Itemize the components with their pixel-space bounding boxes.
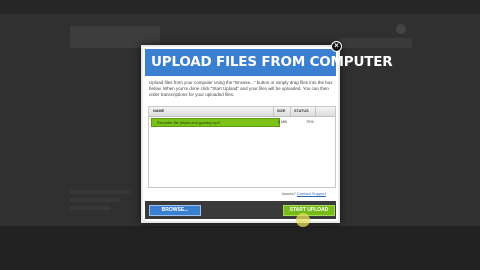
table-row[interactable]: Recorder file (Maria and guests).mp3 6 M… xyxy=(149,117,335,128)
background-topbar xyxy=(0,0,480,14)
background-text-line xyxy=(70,206,110,210)
dialog-description: Upload files from your computer using th… xyxy=(149,80,333,98)
background-text-line xyxy=(70,198,120,202)
column-name: NAME xyxy=(153,109,165,113)
contact-support-link[interactable]: Contact Support xyxy=(297,191,326,196)
close-icon[interactable]: × xyxy=(331,41,342,52)
file-name: Recorder file (Maria and guests).mp3 xyxy=(157,120,220,125)
background-footer xyxy=(0,226,480,270)
column-divider xyxy=(315,107,316,116)
cursor-highlight xyxy=(296,213,310,227)
background-panel-right xyxy=(340,38,412,48)
browse-button[interactable]: BROWSE... xyxy=(149,205,201,216)
column-divider xyxy=(290,107,291,116)
background-text-line xyxy=(70,190,130,194)
upload-dialog: UPLOAD FILES FROM COMPUTER Upload files … xyxy=(141,45,393,223)
column-divider xyxy=(273,107,274,116)
file-status: 70% xyxy=(306,120,314,124)
file-table-header: NAME SIZE STATUS xyxy=(149,107,335,117)
column-status: STATUS xyxy=(294,109,309,113)
dialog-title: UPLOAD FILES FROM COMPUTER xyxy=(151,54,393,70)
file-drop-zone[interactable]: NAME SIZE STATUS Recorder file (Maria an… xyxy=(148,106,336,188)
background-icon xyxy=(396,24,406,34)
file-size: 6 MB xyxy=(278,120,287,124)
help-line: Issues? Contact Support xyxy=(282,191,326,196)
help-text: Issues? xyxy=(282,191,296,196)
upload-progress-bar: Recorder file (Maria and guests).mp3 xyxy=(151,117,280,127)
start-upload-button[interactable]: START UPLOAD xyxy=(283,205,335,216)
column-size: SIZE xyxy=(277,109,286,113)
dialog-header: UPLOAD FILES FROM COMPUTER xyxy=(145,49,393,76)
